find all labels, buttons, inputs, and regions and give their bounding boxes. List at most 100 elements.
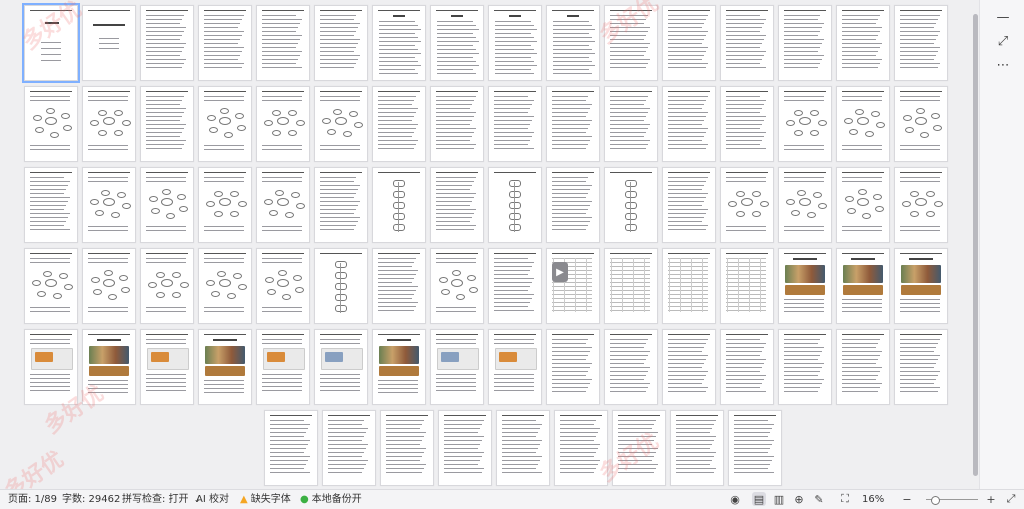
page-thumbnail[interactable]: [662, 167, 716, 243]
word-count[interactable]: 字数: 29462: [62, 493, 120, 507]
page-thumbnail[interactable]: [662, 248, 716, 324]
expand-icon[interactable]: ⤢: [992, 32, 1014, 50]
page-thumbnail[interactable]: [372, 167, 426, 243]
page-thumbnail[interactable]: [836, 248, 890, 324]
page-thumbnail[interactable]: [430, 329, 484, 405]
page-thumbnail[interactable]: [662, 86, 716, 162]
page-thumbnail[interactable]: [82, 248, 136, 324]
page-thumbnail[interactable]: [894, 329, 948, 405]
ai-proofread-button[interactable]: AI 校对: [196, 493, 229, 507]
page-thumbnail[interactable]: [670, 410, 724, 486]
page-thumbnail[interactable]: [720, 5, 774, 81]
page-thumbnail[interactable]: [380, 410, 434, 486]
page-thumbnail[interactable]: [372, 5, 426, 81]
page-thumbnail[interactable]: [82, 329, 136, 405]
page-thumbnail[interactable]: [438, 410, 492, 486]
page-thumbnail[interactable]: [82, 167, 136, 243]
page-thumbnail[interactable]: [894, 86, 948, 162]
page-thumbnail[interactable]: [140, 248, 194, 324]
play-icon[interactable]: ▶: [552, 262, 568, 282]
page-thumbnail[interactable]: [24, 329, 78, 405]
page-thumbnail[interactable]: [430, 86, 484, 162]
page-thumbnail[interactable]: [314, 86, 368, 162]
vertical-scrollbar[interactable]: [973, 14, 978, 476]
page-thumbnail[interactable]: [82, 86, 136, 162]
zoom-level[interactable]: 16%: [862, 493, 884, 507]
page-thumbnail[interactable]: [546, 167, 600, 243]
page-thumbnail[interactable]: [488, 248, 542, 324]
fullscreen-icon[interactable]: ⤢: [1004, 492, 1018, 506]
page-thumbnail[interactable]: [546, 329, 600, 405]
page-thumbnail[interactable]: [778, 167, 832, 243]
scrollbar-thumb[interactable]: [973, 14, 978, 476]
page-thumbnail[interactable]: [836, 5, 890, 81]
pen-icon[interactable]: ✎: [812, 492, 826, 506]
page-thumbnail[interactable]: [612, 410, 666, 486]
page-indicator[interactable]: 页面: 1/89: [8, 493, 57, 507]
page-thumbnail[interactable]: [256, 248, 310, 324]
eye-icon[interactable]: ◉: [728, 492, 742, 506]
page-thumbnail[interactable]: [894, 5, 948, 81]
page-thumbnail[interactable]: [140, 329, 194, 405]
page-thumbnail[interactable]: [198, 167, 252, 243]
page-thumbnail[interactable]: [198, 5, 252, 81]
page-thumbnail[interactable]: [198, 329, 252, 405]
page-thumbnail[interactable]: [372, 248, 426, 324]
page-thumbnail[interactable]: [720, 167, 774, 243]
page-thumbnail[interactable]: [24, 248, 78, 324]
page-thumbnail[interactable]: [836, 86, 890, 162]
fit-page-icon[interactable]: ⛶: [838, 492, 852, 506]
page-thumbnail[interactable]: [24, 86, 78, 162]
page-thumbnail[interactable]: [488, 5, 542, 81]
page-thumbnail[interactable]: [264, 410, 318, 486]
zoom-in-icon[interactable]: +: [984, 492, 998, 506]
page-thumbnail[interactable]: [728, 410, 782, 486]
local-backup-button[interactable]: ● 本地备份开: [300, 493, 362, 507]
page-thumbnail[interactable]: [22, 3, 80, 83]
outline-view-icon[interactable]: ▥: [772, 492, 786, 506]
page-thumbnail[interactable]: [546, 86, 600, 162]
page-thumbnail[interactable]: [314, 5, 368, 81]
web-view-icon[interactable]: ⊕: [792, 492, 806, 506]
page-thumbnail[interactable]: [546, 248, 600, 324]
page-thumbnail[interactable]: [198, 248, 252, 324]
page-thumbnail[interactable]: [488, 329, 542, 405]
page-thumbnail[interactable]: [256, 329, 310, 405]
page-thumbnail[interactable]: [314, 248, 368, 324]
page-thumbnail[interactable]: [604, 86, 658, 162]
page-thumbnail[interactable]: [894, 248, 948, 324]
spell-check-toggle[interactable]: 拼写检查: 打开 ⌄: [122, 493, 203, 507]
page-thumbnail[interactable]: [430, 5, 484, 81]
page-thumbnail[interactable]: [778, 86, 832, 162]
page-thumbnail[interactable]: [488, 86, 542, 162]
page-thumbnail[interactable]: [778, 5, 832, 81]
page-thumbnail[interactable]: [894, 167, 948, 243]
page-thumbnail[interactable]: [836, 167, 890, 243]
page-thumbnail[interactable]: [662, 5, 716, 81]
page-thumbnail[interactable]: [836, 329, 890, 405]
page-thumbnail[interactable]: [720, 86, 774, 162]
page-thumbnail[interactable]: [488, 167, 542, 243]
page-thumbnail[interactable]: [372, 86, 426, 162]
zoom-slider[interactable]: [926, 496, 978, 505]
page-thumbnail[interactable]: [430, 248, 484, 324]
page-thumbnail[interactable]: [314, 167, 368, 243]
page-thumbnail[interactable]: [778, 329, 832, 405]
page-thumbnail[interactable]: [322, 410, 376, 486]
page-thumbnail[interactable]: [604, 248, 658, 324]
page-thumbnail[interactable]: [198, 86, 252, 162]
page-thumbnail[interactable]: [256, 167, 310, 243]
page-thumbnail[interactable]: [256, 5, 310, 81]
page-thumbnail[interactable]: [604, 167, 658, 243]
page-thumbnail[interactable]: [314, 329, 368, 405]
page-thumbnail[interactable]: [546, 5, 600, 81]
page-thumbnail[interactable]: [720, 248, 774, 324]
page-view-icon[interactable]: ▤: [752, 492, 766, 506]
page-thumbnail[interactable]: [554, 410, 608, 486]
page-thumbnail[interactable]: [24, 167, 78, 243]
missing-font-button[interactable]: ▲ 缺失字体: [240, 493, 291, 507]
zoom-out-icon[interactable]: −: [900, 492, 914, 506]
page-thumbnail[interactable]: [140, 167, 194, 243]
page-thumbnail[interactable]: [604, 5, 658, 81]
page-thumbnail[interactable]: [430, 167, 484, 243]
